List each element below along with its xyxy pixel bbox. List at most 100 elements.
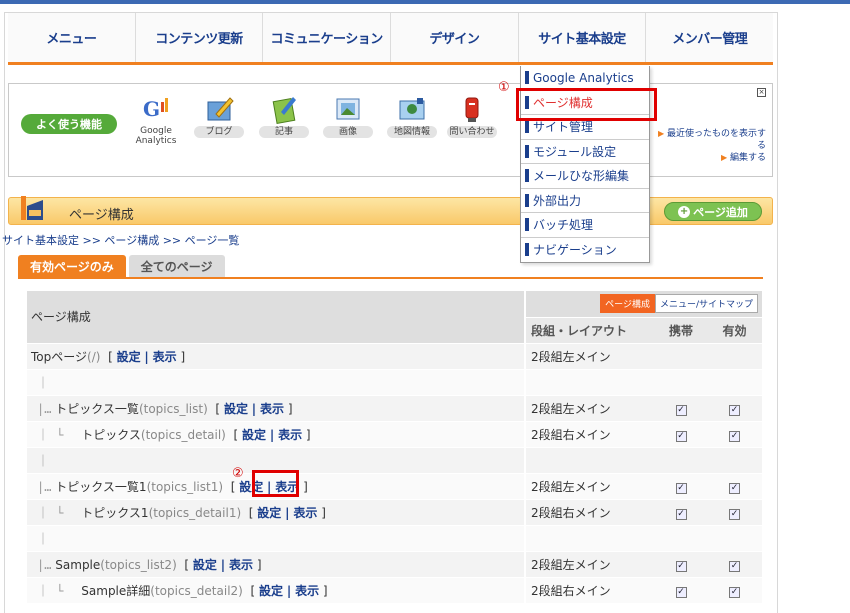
- mobile-checkbox[interactable]: ✓: [675, 404, 687, 416]
- nav-site-settings[interactable]: サイト基本設定: [519, 13, 647, 62]
- mobile-cell: [655, 447, 707, 474]
- quick-article[interactable]: 記事: [259, 94, 309, 138]
- bracket-close: ]: [180, 349, 186, 364]
- nav-content-update[interactable]: コンテンツ更新: [136, 13, 264, 62]
- view-link[interactable]: 表示: [295, 584, 319, 598]
- view-menu-sitemap-button[interactable]: メニュー/サイトマップ: [654, 294, 758, 314]
- view-link[interactable]: 表示: [229, 558, 253, 572]
- mobile-checkbox[interactable]: ✓: [675, 482, 687, 494]
- quick-contact[interactable]: 問い合わせ: [447, 94, 497, 138]
- page-title: Topページ: [31, 349, 88, 364]
- bullet-icon: [525, 120, 529, 134]
- column-header-enabled: 有効: [707, 317, 762, 344]
- enabled-checkbox[interactable]: ✓: [729, 482, 740, 494]
- plus-icon: +: [678, 205, 691, 218]
- bullet-icon: [525, 169, 529, 183]
- link-separator: |: [144, 349, 149, 364]
- quick-image[interactable]: 画像: [323, 94, 373, 138]
- tab-active-pages[interactable]: 有効ページのみ: [18, 255, 126, 277]
- bullet-icon: [525, 218, 529, 232]
- dropdown-item-label: 外部出力: [533, 193, 582, 208]
- enabled-checkbox[interactable]: ✓: [729, 560, 740, 572]
- enabled-checkbox[interactable]: ✓: [729, 586, 740, 598]
- column-header-layout: 段組・レイアウト: [524, 317, 655, 344]
- bullet-icon: [525, 243, 529, 257]
- close-icon[interactable]: ×: [757, 88, 766, 97]
- quick-access-links: ▶ 最近使ったものを表示す る ▶ 編集する: [658, 128, 766, 164]
- tree-connector: ｜: [37, 453, 50, 468]
- nav-member-management[interactable]: メンバー管理: [646, 13, 773, 62]
- edit-quick-access-link[interactable]: ▶ 編集する: [658, 152, 766, 164]
- view-link[interactable]: 表示: [293, 506, 317, 520]
- page-structure-table: ページ構成 ページ構成 メニュー/サイトマップ 段組・レイアウト 携帯 有効 To…: [27, 291, 762, 604]
- enabled-cell: ✓: [707, 473, 762, 500]
- tree-connector: ｜ └: [37, 505, 64, 520]
- bracket-close: ]: [305, 427, 311, 442]
- mobile-cell: ✓: [655, 551, 707, 578]
- edit-quick-access-label: 編集する: [729, 153, 766, 163]
- page-name-cell: Topページ(/) [ 設定 | 表示 ]: [27, 343, 525, 370]
- breadcrumb[interactable]: サイト基本設定 >> ページ構成 >> ページ一覧: [2, 232, 239, 248]
- view-link[interactable]: 表示: [153, 350, 177, 364]
- view-link[interactable]: 表示: [278, 428, 302, 442]
- link-separator: |: [269, 427, 275, 442]
- table-row: |… トピックス一覧1(topics_list1) [ 設定 | 表示 ] 2段組…: [27, 473, 762, 500]
- layout-cell: 2段組左メイン: [524, 473, 655, 500]
- page-title: トピックス1: [81, 505, 149, 520]
- mobile-checkbox[interactable]: ✓: [675, 586, 687, 598]
- layout-cell: [524, 447, 655, 474]
- settings-link[interactable]: 設定: [242, 428, 266, 442]
- mobile-cell: ✓: [655, 395, 707, 422]
- mobile-checkbox[interactable]: ✓: [675, 430, 687, 442]
- main-navigation: メニュー コンテンツ更新 コミュニケーション デザイン サイト基本設定 メンバー…: [8, 13, 773, 65]
- settings-link[interactable]: 設定: [257, 506, 281, 520]
- tree-connector: |…: [37, 557, 52, 572]
- dropdown-item-export[interactable]: 外部出力: [521, 189, 649, 213]
- settings-link[interactable]: 設定: [224, 402, 248, 416]
- quick-google-analytics[interactable]: G Google Analytics: [131, 94, 181, 146]
- quick-blog[interactable]: ブログ: [194, 94, 244, 138]
- page-slug: (topics_list2): [100, 557, 177, 572]
- dropdown-item-google-analytics[interactable]: Google Analytics: [521, 66, 649, 91]
- mailbox-icon: [455, 94, 489, 124]
- table-row: ｜ └ トピックス(topics_detail) [ 設定 | 表示 ] 2段組右…: [27, 421, 762, 448]
- view-link[interactable]: 表示: [260, 402, 284, 416]
- enabled-cell: [707, 525, 762, 552]
- settings-link[interactable]: 設定: [193, 558, 217, 572]
- link-separator: |: [220, 557, 226, 572]
- recent-items-link[interactable]: ▶ 最近使ったものを表示す る: [658, 128, 766, 152]
- tab-all-pages[interactable]: 全てのページ: [128, 255, 225, 277]
- page-slug: (topics_detail): [140, 427, 226, 442]
- add-page-button[interactable]: + ページ追加: [664, 202, 762, 221]
- page-slug: (topics_detail2): [150, 583, 243, 598]
- enabled-cell: ✓: [707, 551, 762, 578]
- nav-communication[interactable]: コミュニケーション: [263, 13, 392, 62]
- bracket-open: [: [248, 505, 254, 520]
- settings-link[interactable]: 設定: [259, 584, 283, 598]
- mobile-cell: ✓: [655, 499, 707, 526]
- settings-link[interactable]: 設定: [117, 350, 141, 364]
- enabled-checkbox[interactable]: ✓: [729, 404, 740, 416]
- tree-connector: |…: [37, 479, 52, 494]
- dropdown-item-batch[interactable]: バッチ処理: [521, 213, 649, 238]
- quick-map[interactable]: 地図情報: [387, 94, 437, 138]
- table-row: ｜: [27, 447, 762, 474]
- layout-cell: 2段組左メイン: [524, 551, 655, 578]
- mobile-checkbox[interactable]: ✓: [675, 508, 687, 520]
- table-row: ｜: [27, 369, 762, 396]
- view-page-structure-button[interactable]: ページ構成: [600, 294, 655, 314]
- layout-cell: 2段組右メイン: [524, 577, 655, 604]
- triangle-icon: ▶: [720, 153, 728, 162]
- enabled-checkbox[interactable]: ✓: [729, 508, 740, 520]
- dropdown-item-navigation[interactable]: ナビゲーション: [521, 238, 649, 263]
- dropdown-item-module-settings[interactable]: モジュール設定: [521, 140, 649, 164]
- enabled-checkbox[interactable]: ✓: [729, 430, 740, 442]
- nav-menu[interactable]: メニュー: [8, 13, 136, 62]
- nav-design[interactable]: デザイン: [391, 13, 519, 62]
- bracket-close: ]: [256, 557, 262, 572]
- dropdown-item-mail-templates[interactable]: メールひな形編集: [521, 164, 649, 189]
- mobile-checkbox[interactable]: ✓: [675, 560, 687, 572]
- enabled-cell: [707, 369, 762, 396]
- page-name-cell: |… トピックス一覧(topics_list) [ 設定 | 表示 ]: [27, 395, 525, 422]
- table-row: |… トピックス一覧(topics_list) [ 設定 | 表示 ] 2段組左メ…: [27, 395, 762, 422]
